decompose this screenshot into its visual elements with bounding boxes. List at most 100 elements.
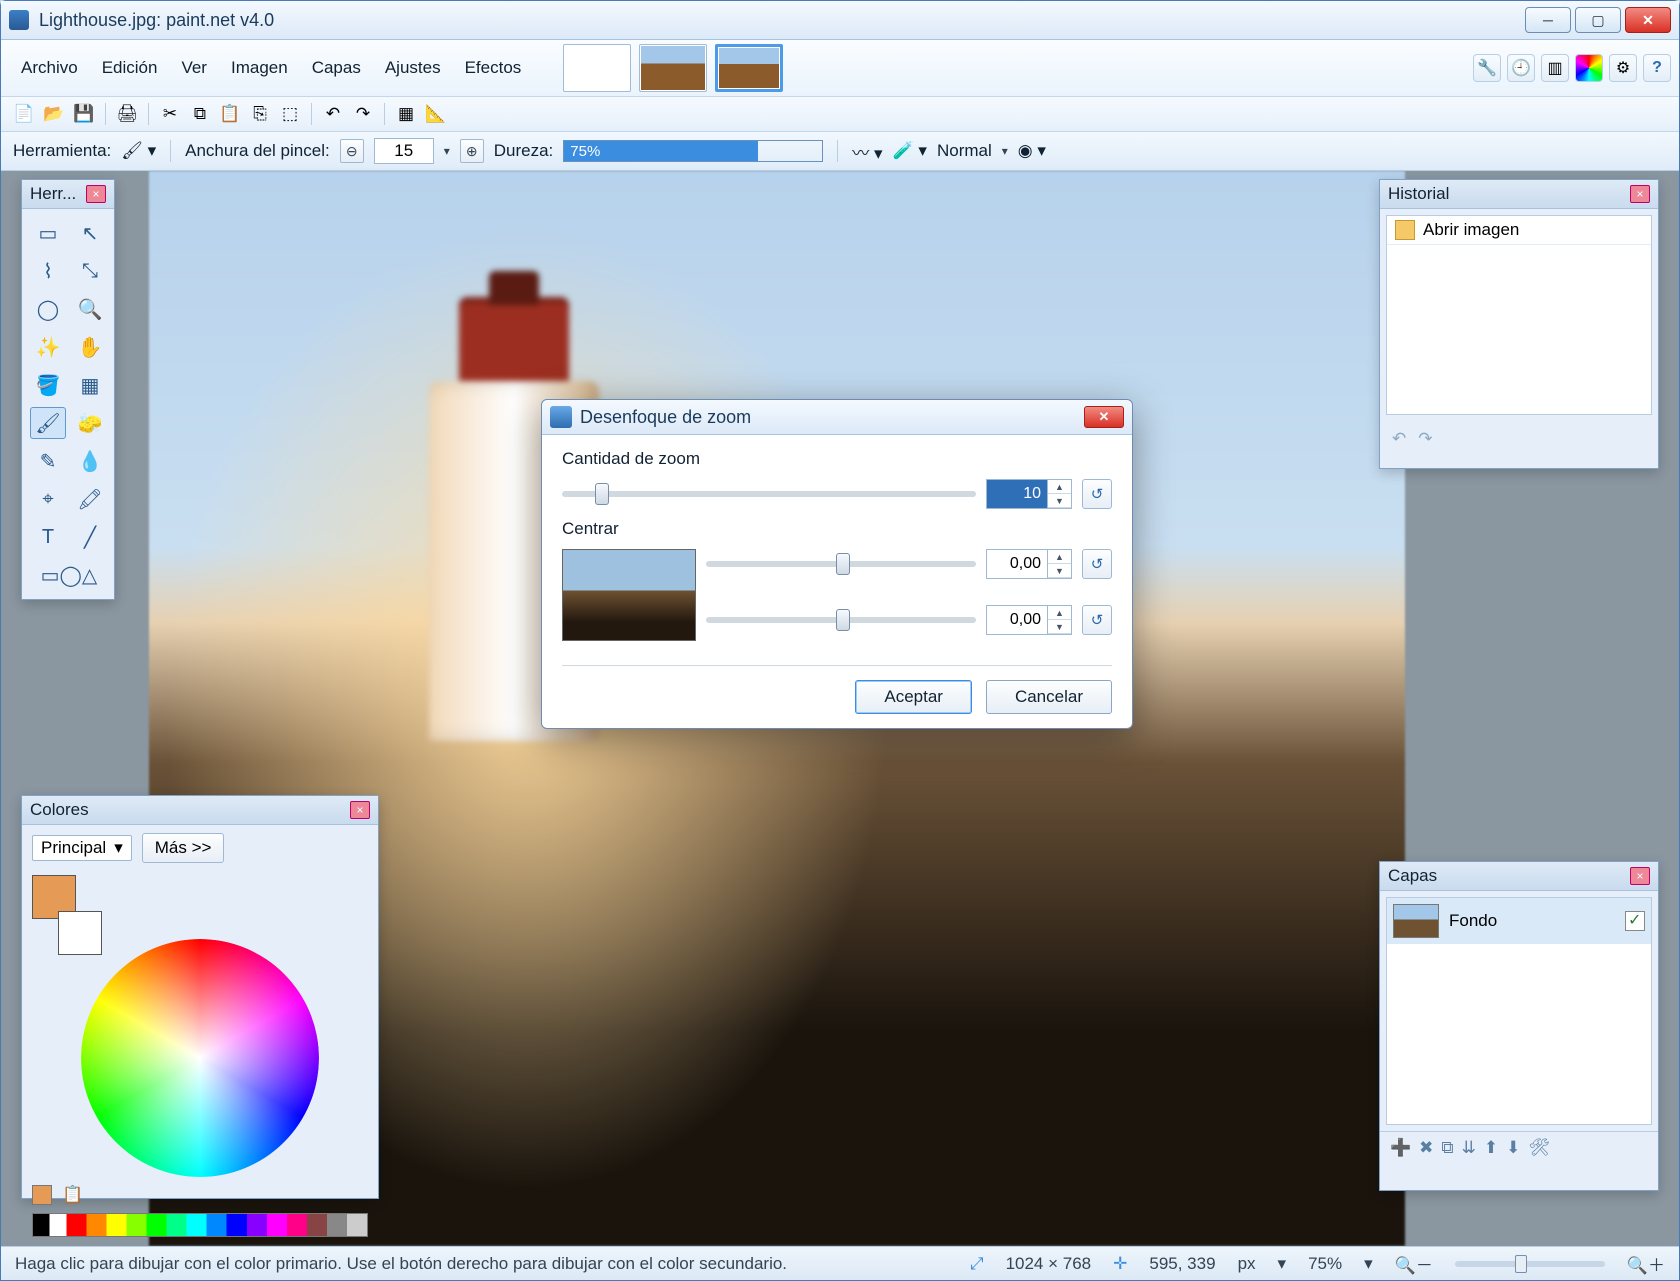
layers-window-toggle[interactable]: ▥ — [1541, 54, 1569, 82]
move-pixels-tool[interactable]: ⤡ — [72, 255, 108, 287]
brush-width-dropdown[interactable]: ▾ — [444, 144, 450, 158]
center-x-slider[interactable] — [706, 561, 976, 567]
paintbrush-tool[interactable]: 🖌 — [30, 407, 66, 439]
shapes-tool[interactable]: ▭◯△ — [30, 559, 108, 591]
merge-layer-icon[interactable]: ⇊ — [1462, 1138, 1476, 1158]
center-preview[interactable] — [562, 549, 696, 641]
secondary-color-swatch[interactable] — [58, 911, 102, 955]
active-tool-icon[interactable]: 🖌 ▾ — [121, 141, 156, 161]
settings-button[interactable]: ⚙ — [1609, 54, 1637, 82]
cut-icon[interactable]: ✂ — [157, 101, 183, 127]
brush-width-decrease[interactable]: ⊖ — [340, 139, 364, 163]
menu-ajustes[interactable]: Ajustes — [373, 54, 453, 82]
copy-icon[interactable]: ⧉ — [187, 101, 213, 127]
history-window-toggle[interactable]: 🕘 — [1507, 54, 1535, 82]
center-y-slider[interactable] — [706, 617, 976, 623]
dialog-ok-button[interactable]: Aceptar — [855, 680, 972, 714]
crop-icon[interactable]: ⎘ — [247, 101, 273, 127]
colors-panel-close[interactable]: × — [350, 801, 370, 819]
zoom-slider[interactable] — [1455, 1261, 1605, 1267]
tools-window-toggle[interactable]: 🔧 — [1473, 54, 1501, 82]
save-file-icon[interactable]: 💾 — [71, 101, 97, 127]
redo-icon[interactable]: ↷ — [350, 101, 376, 127]
document-thumb-2[interactable] — [639, 44, 707, 92]
magic-wand-tool[interactable]: ✨ — [30, 331, 66, 363]
deselect-icon[interactable]: ⬚ — [277, 101, 303, 127]
clone-stamp-tool[interactable]: ⌖ — [30, 483, 66, 515]
minimize-button[interactable]: ─ — [1525, 7, 1571, 33]
palette-options-icon[interactable]: 📋 — [62, 1185, 83, 1205]
zoom-amount-slider[interactable] — [562, 491, 976, 497]
close-button[interactable]: ✕ — [1625, 7, 1671, 33]
antialias-icon[interactable]: 〰 ▾ — [852, 139, 882, 164]
menu-capas[interactable]: Capas — [300, 54, 373, 82]
colors-window-toggle[interactable] — [1575, 54, 1603, 82]
text-tool[interactable]: T — [30, 521, 66, 553]
document-thumb-1[interactable] — [563, 44, 631, 92]
paste-icon[interactable]: 📋 — [217, 101, 243, 127]
zoom-tool[interactable]: 🔍 — [72, 293, 108, 325]
history-item-open[interactable]: Abrir imagen — [1387, 216, 1651, 245]
layer-up-icon[interactable]: ⬆ — [1484, 1138, 1498, 1158]
alpha-blend-icon[interactable]: 🧪 ▾ — [893, 141, 927, 161]
center-x-input[interactable] — [987, 550, 1047, 578]
spinner-up-icon[interactable]: ▲ — [1048, 480, 1071, 494]
gradient-tool[interactable]: ▦ — [72, 369, 108, 401]
grid-icon[interactable]: ▦ — [393, 101, 419, 127]
status-zoom[interactable]: 75% — [1308, 1254, 1342, 1274]
history-undo-icon[interactable]: ↶ — [1392, 429, 1406, 449]
zoom-amount-reset[interactable]: ↺ — [1082, 479, 1112, 509]
history-panel-close[interactable]: × — [1630, 185, 1650, 203]
maximize-button[interactable]: ▢ — [1575, 7, 1621, 33]
document-thumb-3[interactable] — [715, 44, 783, 92]
pan-tool[interactable]: ✋ — [72, 331, 108, 363]
eraser-tool[interactable]: 🧽 — [72, 407, 108, 439]
overwrite-icon[interactable]: ◉ ▾ — [1018, 141, 1046, 161]
titlebar[interactable]: Lighthouse.jpg: paint.net v4.0 ─ ▢ ✕ — [1, 1, 1679, 40]
rectangle-select-tool[interactable]: ▭ — [30, 217, 66, 249]
layer-down-icon[interactable]: ⬇ — [1506, 1138, 1520, 1158]
recolor-tool[interactable]: 🖍 — [72, 483, 108, 515]
print-icon[interactable]: 🖨 — [114, 101, 140, 127]
color-picker-tool[interactable]: 💧 — [72, 445, 108, 477]
help-button[interactable]: ? — [1643, 54, 1671, 82]
add-layer-icon[interactable]: ➕ — [1390, 1138, 1411, 1158]
center-y-input[interactable] — [987, 606, 1047, 634]
menu-edicion[interactable]: Edición — [90, 54, 170, 82]
layer-properties-icon[interactable]: 🛠 — [1528, 1138, 1550, 1158]
layers-panel-close[interactable]: × — [1630, 867, 1650, 885]
delete-layer-icon[interactable]: ✖ — [1419, 1138, 1433, 1158]
menu-ver[interactable]: Ver — [169, 54, 219, 82]
menu-efectos[interactable]: Efectos — [453, 54, 534, 82]
open-file-icon[interactable]: 📂 — [41, 101, 67, 127]
add-swatch-icon[interactable] — [32, 1185, 52, 1205]
spinner-down-icon[interactable]: ▼ — [1048, 494, 1071, 508]
history-redo-icon[interactable]: ↷ — [1418, 429, 1432, 449]
ruler-icon[interactable]: 📐 — [423, 101, 449, 127]
line-tool[interactable]: ╱ — [72, 521, 108, 553]
status-units[interactable]: px — [1238, 1254, 1256, 1274]
brush-width-increase[interactable]: ⊕ — [460, 139, 484, 163]
menu-archivo[interactable]: Archivo — [9, 54, 90, 82]
dialog-cancel-button[interactable]: Cancelar — [986, 680, 1112, 714]
hardness-slider[interactable]: 75% — [563, 140, 823, 162]
new-file-icon[interactable]: 📄 — [11, 101, 37, 127]
center-y-reset[interactable]: ↺ — [1082, 605, 1112, 635]
center-y-spinner[interactable]: ▲▼ — [986, 605, 1072, 635]
color-palette[interactable] — [32, 1213, 368, 1237]
colors-panel[interactable]: Colores × Principal ▾ Más >> 📋 — [21, 795, 379, 1199]
layer-row-fondo[interactable]: Fondo — [1387, 898, 1651, 944]
layer-visibility-checkbox[interactable] — [1625, 911, 1645, 931]
color-wheel[interactable] — [81, 939, 319, 1177]
blend-mode-dropdown[interactable]: ▾ — [1002, 144, 1008, 158]
blend-mode[interactable]: Normal — [937, 141, 992, 161]
menu-imagen[interactable]: Imagen — [219, 54, 300, 82]
duplicate-layer-icon[interactable]: ⧉ — [1441, 1138, 1453, 1158]
color-mode-combo[interactable]: Principal ▾ — [32, 835, 132, 861]
layers-panel[interactable]: Capas × Fondo ➕ ✖ ⧉ ⇊ ⬆ ⬇ 🛠 — [1379, 861, 1659, 1191]
pencil-tool[interactable]: ✎ — [30, 445, 66, 477]
dialog-close-button[interactable]: ✕ — [1084, 406, 1124, 428]
lasso-tool[interactable]: ⌇ — [30, 255, 66, 287]
zoom-out-icon[interactable]: 🔍－ — [1395, 1251, 1433, 1276]
zoom-amount-input[interactable] — [987, 480, 1047, 508]
